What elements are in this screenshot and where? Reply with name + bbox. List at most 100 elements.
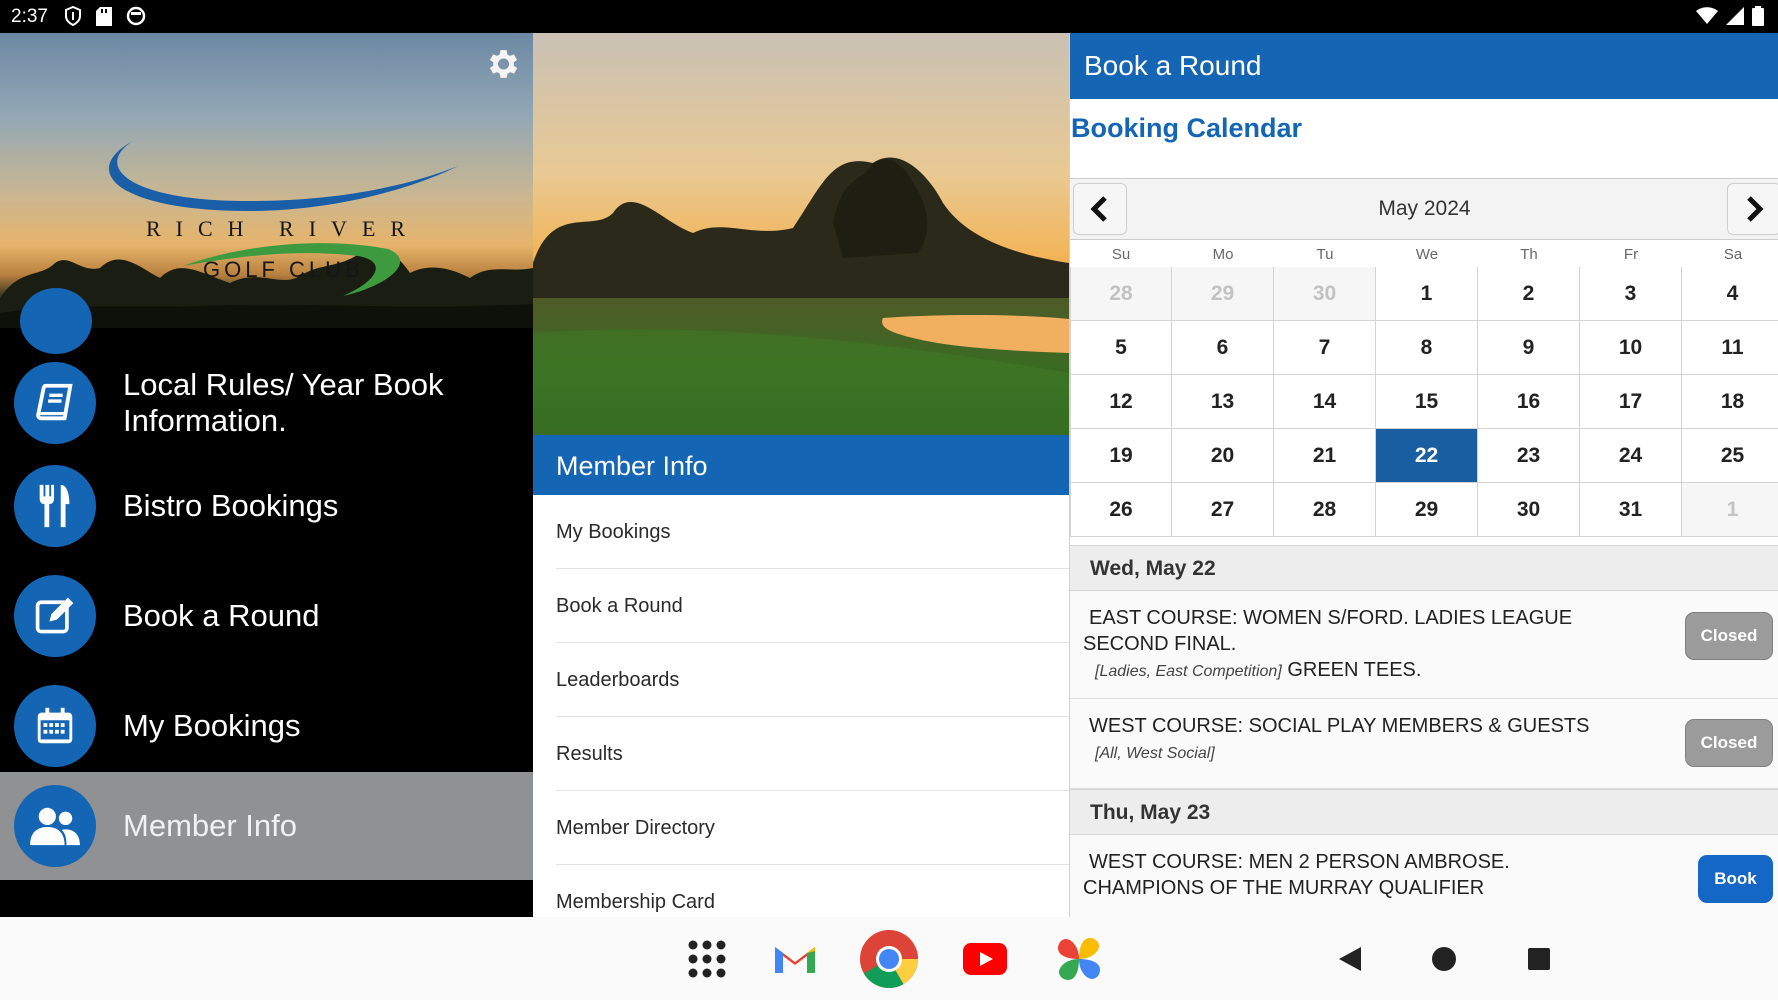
calendar-day[interactable]: 15 — [1376, 375, 1478, 429]
list-item-book-a-round[interactable]: Book a Round — [533, 569, 1069, 643]
day-header-thu-may-23: Thu, May 23 — [1070, 789, 1778, 835]
booking-calendar: May 2024 Su Mo Tu We Th Fr Sa 28 29 30 1 2 3 4 5 6 7 8 9 1… — [1070, 178, 1778, 537]
youtube-icon[interactable] — [955, 929, 1015, 989]
closed-button[interactable]: Closed — [1685, 612, 1773, 660]
battery-icon — [1752, 6, 1764, 26]
system-navigation-bar — [0, 917, 1778, 1000]
list-item-member-directory[interactable]: Member Directory — [533, 791, 1069, 865]
calendar-day[interactable]: 17 — [1580, 375, 1682, 429]
chrome-icon[interactable] — [859, 929, 919, 989]
calendar-day[interactable]: 27 — [1172, 483, 1274, 537]
calendar-day-selected[interactable]: 22 — [1376, 429, 1478, 483]
calendar-day[interactable]: 8 — [1376, 321, 1478, 375]
calendar-day[interactable]: 26 — [1070, 483, 1172, 537]
event-row: WEST COURSE: SOCIAL PLAY MEMBERS & GUEST… — [1070, 699, 1778, 789]
weekday-header: Su Mo Tu We Th Fr Sa — [1070, 240, 1778, 267]
calendar-day[interactable]: 23 — [1478, 429, 1580, 483]
calendar-day[interactable]: 16 — [1478, 375, 1580, 429]
weekday-label: Sa — [1723, 246, 1743, 263]
event-tags: [All, West Social] — [1095, 745, 1215, 762]
calendar-day[interactable]: 25 — [1682, 429, 1778, 483]
panel-header: Book a Round — [1070, 33, 1778, 99]
booking-calendar-title: Booking Calendar — [1071, 113, 1303, 143]
list-item-membership-card[interactable]: Membership Card — [533, 865, 1069, 917]
calendar-day[interactable]: 9 — [1478, 321, 1580, 375]
panel-header: Member Info — [533, 435, 1069, 495]
calendar-day[interactable]: 13 — [1172, 375, 1274, 429]
drawer-item-my-bookings[interactable]: My Bookings — [0, 671, 533, 781]
back-icon[interactable] — [1320, 929, 1380, 989]
calendar-day[interactable]: 28 — [1070, 267, 1172, 321]
calendar-day[interactable]: 29 — [1172, 267, 1274, 321]
navigation-drawer: RICH RIVER GOLF CLUB Local Rules/ Year B… — [0, 33, 533, 917]
calendar-day[interactable]: 18 — [1682, 375, 1778, 429]
home-icon[interactable] — [1414, 929, 1474, 989]
fork-knife-icon — [14, 465, 96, 547]
closed-button[interactable]: Closed — [1685, 719, 1773, 767]
calendar-day[interactable]: 28 — [1274, 483, 1376, 537]
calendar-day[interactable]: 31 — [1580, 483, 1682, 537]
event-title: WEST COURSE: MEN 2 PERSON AMBROSE. CHAMP… — [1083, 851, 1510, 899]
calendar-day[interactable]: 29 — [1376, 483, 1478, 537]
drawer-item-label: Book a Round — [123, 598, 320, 633]
member-info-list: My Bookings Book a Round Leaderboards Re… — [533, 495, 1069, 917]
calendar-grid: 28 29 30 1 2 3 4 5 6 7 8 9 10 11 12 13 14 15 16 17 18 19 20 21 2… — [1070, 267, 1778, 537]
drawer-item-book-a-round[interactable]: Book a Round — [0, 561, 533, 671]
edit-icon — [14, 575, 96, 657]
calendar-day[interactable]: 30 — [1274, 267, 1376, 321]
list-item-leaderboards[interactable]: Leaderboards — [533, 643, 1069, 717]
members-icon — [14, 785, 96, 867]
calendar-day[interactable]: 4 — [1682, 267, 1778, 321]
calendar-day[interactable]: 30 — [1478, 483, 1580, 537]
drawer-item-label: Bistro Bookings — [123, 488, 339, 523]
weekday-label: Su — [1111, 246, 1131, 263]
calendar-day[interactable]: 3 — [1580, 267, 1682, 321]
book-a-round-panel: Book a Round Booking Calendar May 2024 S… — [1069, 33, 1778, 917]
event-tags: [Ladies, East Competition] — [1095, 663, 1282, 680]
calendar-day[interactable]: 1 — [1682, 483, 1778, 537]
gmail-icon[interactable] — [765, 929, 825, 989]
calendar-day[interactable]: 2 — [1478, 267, 1580, 321]
calendar-day[interactable]: 21 — [1274, 429, 1376, 483]
calendar-day[interactable]: 6 — [1172, 321, 1274, 375]
weekday-label: Tu — [1316, 246, 1334, 263]
calendar-day[interactable]: 10 — [1580, 321, 1682, 375]
drawer-item-bistro-bookings[interactable]: Bistro Bookings — [0, 451, 533, 561]
drawer-item-label: My Bookings — [123, 708, 301, 743]
drawer-item-label: Local Rules/ Year Book Information. — [123, 367, 444, 438]
drawer-item-member-info[interactable]: Member Info — [0, 772, 533, 880]
book-button[interactable]: Book — [1698, 855, 1773, 903]
recents-icon[interactable] — [1509, 929, 1569, 989]
calendar-day[interactable]: 20 — [1172, 429, 1274, 483]
photos-icon[interactable] — [1049, 929, 1109, 989]
app-drawer-icon[interactable] — [677, 929, 737, 989]
list-item-my-bookings[interactable]: My Bookings — [533, 495, 1069, 569]
calendar-day[interactable]: 24 — [1580, 429, 1682, 483]
logo-line-2: GOLF CLUB — [203, 257, 364, 282]
day-header-wed-may-22: Wed, May 22 — [1070, 545, 1778, 591]
calendar-day[interactable]: 7 — [1274, 321, 1376, 375]
calendar-day[interactable]: 14 — [1274, 375, 1376, 429]
next-month-button[interactable] — [1727, 183, 1778, 235]
sync-icon — [126, 6, 146, 26]
drawer-item-local-rules[interactable]: Local Rules/ Year Book Information. — [0, 348, 533, 458]
status-bar: 2:37 — [0, 0, 1778, 33]
status-time: 2:37 — [11, 6, 48, 27]
chevron-right-icon — [1747, 196, 1764, 222]
club-logo: RICH RIVER GOLF CLUB — [88, 101, 468, 301]
member-info-panel: Member Info My Bookings Book a Round Lea… — [533, 33, 1069, 917]
calendar-month-label: May 2024 — [1378, 197, 1471, 220]
calendar-day[interactable]: 1 — [1376, 267, 1478, 321]
calendar-day[interactable]: 5 — [1070, 321, 1172, 375]
drawer-item-label: Member Info — [123, 808, 298, 843]
gear-icon[interactable] — [483, 45, 521, 83]
weekday-label: We — [1415, 246, 1439, 263]
calendar-day[interactable]: 11 — [1682, 321, 1778, 375]
event-row: WEST COURSE: MEN 2 PERSON AMBROSE. CHAMP… — [1070, 835, 1778, 917]
sd-card-icon — [96, 6, 112, 26]
calendar-day[interactable]: 19 — [1070, 429, 1172, 483]
calendar-icon — [14, 685, 96, 767]
list-item-results[interactable]: Results — [533, 717, 1069, 791]
calendar-day[interactable]: 12 — [1070, 375, 1172, 429]
event-title: EAST COURSE: WOMEN S/FORD. LADIES LEAGUE… — [1083, 607, 1573, 681]
